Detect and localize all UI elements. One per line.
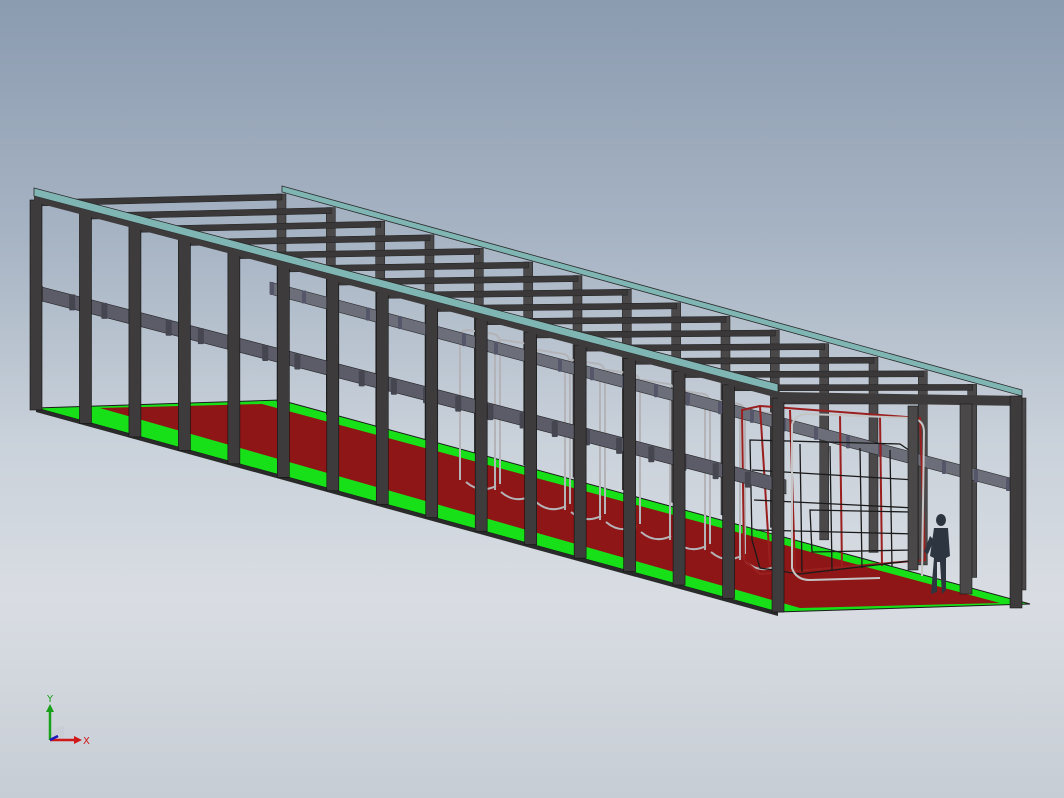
pipe-rib [462,333,466,347]
graphics-viewport[interactable]: Y X [0,0,1064,798]
front-column [79,212,92,424]
pipe-rib [942,460,946,474]
pipe-rib [487,404,494,421]
pipe-rib [712,463,719,480]
pipe-rib [294,353,301,370]
pipe-rib [590,367,594,381]
pipe-rib [718,401,722,415]
front-column [573,344,587,559]
pipe-rib [558,358,562,372]
pipe-rib [69,294,76,311]
front-column [326,278,340,492]
front-column [425,305,439,519]
pipe-rib [648,446,655,463]
front-column [29,199,43,411]
view-orientation-triad: Y X [38,694,98,758]
pipe-rib [358,370,365,387]
pipe-rib [974,469,978,483]
pipe-rib [814,426,818,440]
pipe-rib [654,384,658,398]
y-axis-label: Y [46,694,54,705]
pipe-rib [366,307,370,321]
pipe-rib [165,319,172,336]
pipe-rib [262,345,269,362]
pipe-rib [494,341,498,355]
front-column [524,331,537,545]
pipe-rib [551,420,558,437]
x-axis-label: X [83,736,90,747]
front-column [277,265,290,478]
pipe-rib [750,409,754,423]
pipe-rib [270,282,274,295]
front-column [672,371,686,586]
front-column [474,318,488,532]
pipe-rib [744,471,751,488]
model-scene[interactable] [0,0,1064,798]
front-column [722,384,735,599]
front-column [178,239,191,451]
pipe-rib [686,392,690,406]
pipe-rib [101,302,108,319]
pipe-rib [1006,478,1010,491]
pipe-rib [390,378,397,395]
front-column [623,358,636,572]
pipe-rib [302,290,306,304]
pipe-rib [398,316,402,330]
front-column [375,292,389,505]
front-column [128,226,142,438]
front-column [771,397,785,613]
pipe-rib [616,437,623,454]
pipe-rib [846,435,850,449]
pipe-rib [455,395,462,412]
pipe-rib [197,328,204,345]
front-column [227,252,241,465]
